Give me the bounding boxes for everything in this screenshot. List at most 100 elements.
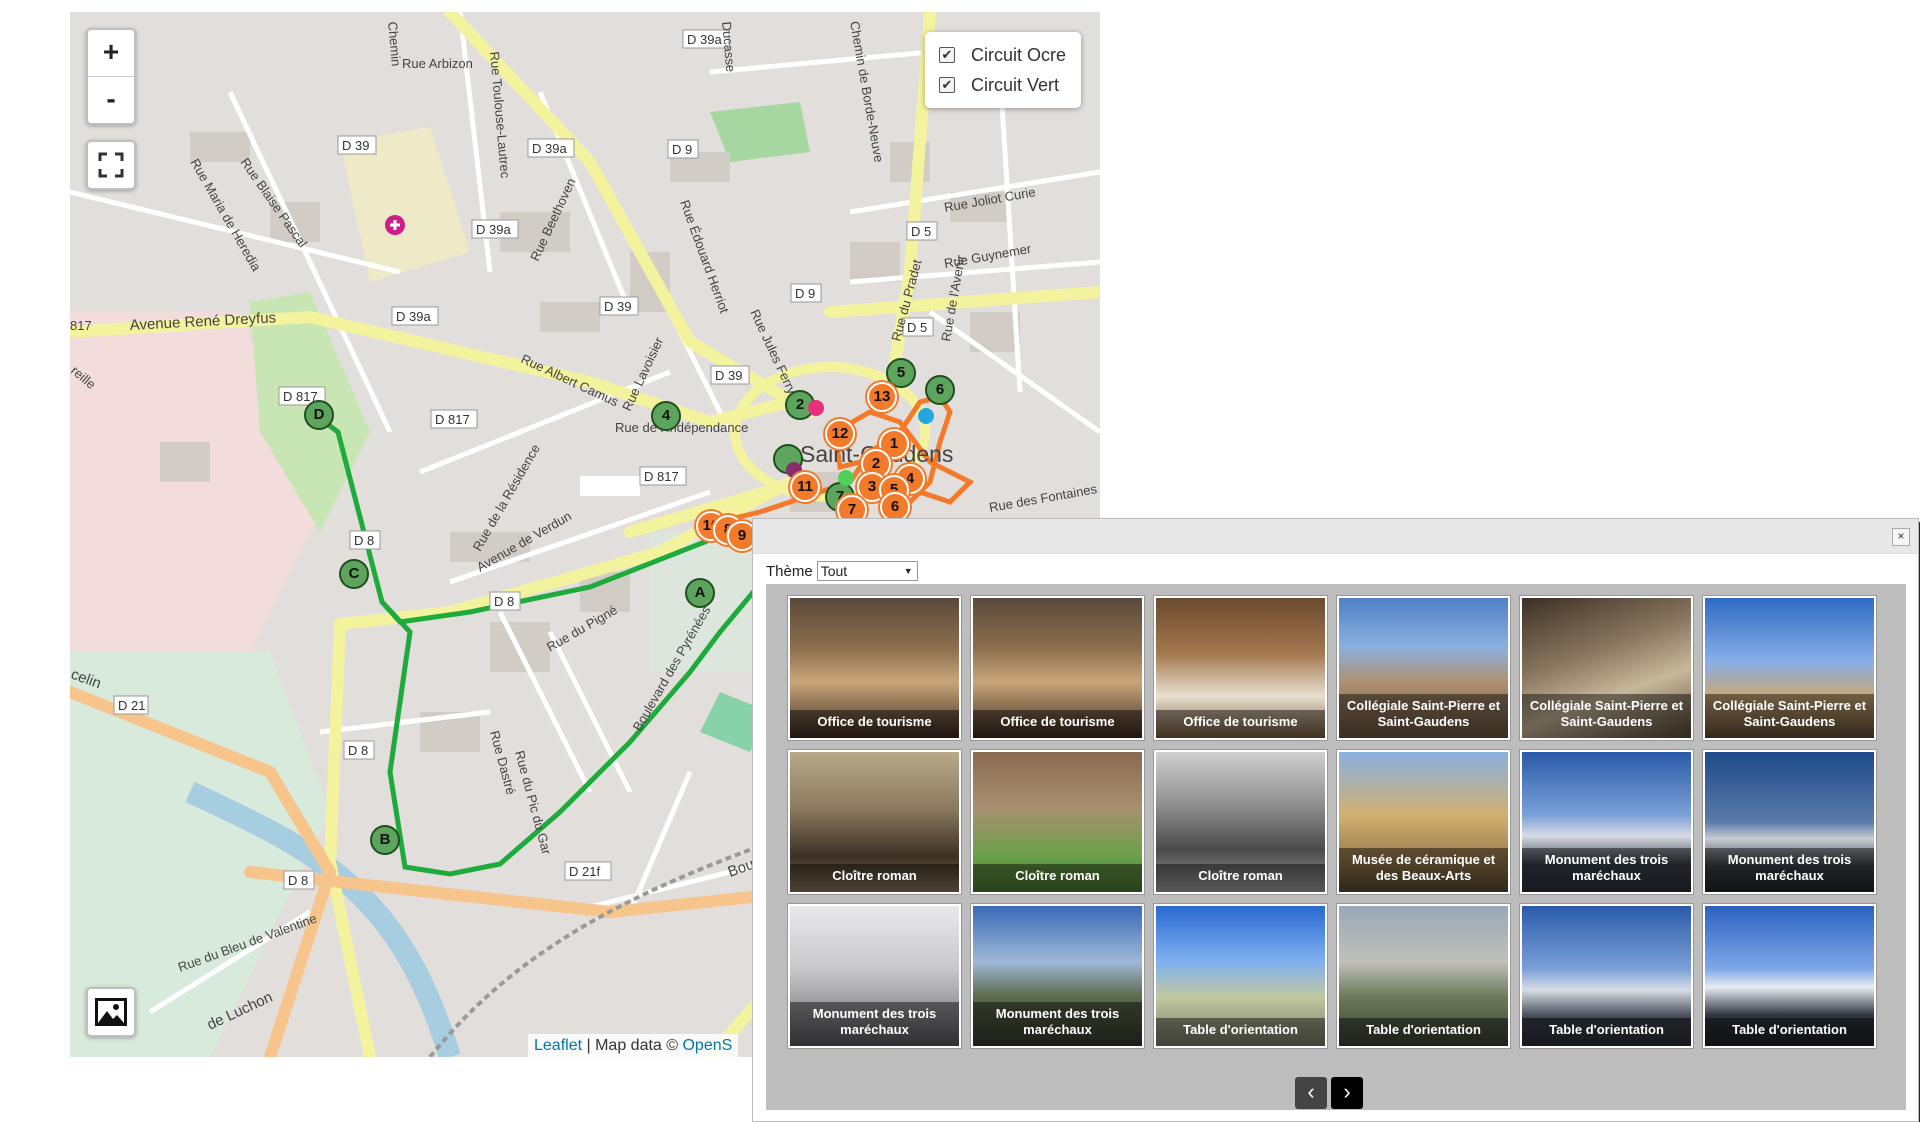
attribution-text: | Map data © <box>582 1037 683 1054</box>
poi-dot-blue[interactable] <box>918 408 934 424</box>
layer-circuit-ocre[interactable]: ✔ Circuit Ocre <box>925 40 1081 70</box>
layer-label-ocre: Circuit Ocre <box>971 44 1067 65</box>
next-page-button[interactable]: › <box>1331 1077 1363 1109</box>
layer-label-vert: Circuit Vert <box>971 74 1060 95</box>
map-attribution: Leaflet | Map data © OpenS <box>528 1034 739 1057</box>
gallery-popup: × Thème Tout ▼ Office de tourisme Office … <box>752 518 1919 1122</box>
road-label: D 5 <box>911 224 931 239</box>
gallery-tile[interactable]: Musée de céramique et des Beaux-Arts <box>1337 750 1510 894</box>
gallery-tile[interactable]: Office de tourisme <box>788 596 961 740</box>
tile-caption: Cloître roman <box>790 864 959 892</box>
road-label: D 8 <box>288 873 308 888</box>
tile-caption: Collégiale Saint-Pierre et Saint-Gaudens <box>1522 694 1691 738</box>
layer-control: ✔ Circuit Ocre ✔ Circuit Vert <box>925 32 1081 108</box>
road-label: D 9 <box>795 286 815 301</box>
gallery-tile[interactable]: Cloître roman <box>1154 750 1327 894</box>
tile-caption: Table d'orientation <box>1522 1018 1691 1046</box>
layer-checkbox-ocre[interactable]: ✔ <box>939 47 955 63</box>
theme-select[interactable]: Tout ▼ <box>816 561 918 581</box>
green-marker-4[interactable]: 4 <box>651 401 681 431</box>
gallery-tile[interactable]: Table d'orientation <box>1154 904 1327 1048</box>
leaflet-link[interactable]: Leaflet <box>534 1037 582 1054</box>
tile-caption: Office de tourisme <box>1156 710 1325 738</box>
tile-caption: Monument des trois maréchaux <box>1705 848 1874 892</box>
road-label: D 8 <box>354 533 374 548</box>
theme-select-value: Tout <box>820 563 848 579</box>
tile-caption: Table d'orientation <box>1339 1018 1508 1046</box>
theme-filter: Thème Tout ▼ <box>766 561 918 581</box>
osm-link[interactable]: OpenS <box>682 1037 732 1054</box>
orange-marker-11[interactable]: 11 <box>790 472 820 502</box>
green-marker-c[interactable]: C <box>339 559 369 589</box>
green-marker-6[interactable]: 6 <box>925 375 955 405</box>
theme-label: Thème <box>766 562 813 580</box>
dropdown-arrow-icon: ▼ <box>903 566 913 576</box>
road-label: D 39a <box>687 32 722 47</box>
road-label: D 8 <box>494 594 514 609</box>
fullscreen-icon <box>98 152 124 178</box>
road-label: D 5 <box>907 320 927 335</box>
road-label: D 39 <box>715 368 742 383</box>
prev-page-button[interactable]: ‹ <box>1295 1077 1327 1109</box>
close-button[interactable]: × <box>1892 528 1910 546</box>
image-icon <box>95 998 127 1026</box>
popup-titlebar[interactable]: × <box>753 519 1918 554</box>
gallery-tile[interactable]: Collégiale Saint-Pierre et Saint-Gaudens <box>1703 596 1876 740</box>
layer-circuit-vert[interactable]: ✔ Circuit Vert <box>925 70 1081 100</box>
gallery-tile[interactable]: Table d'orientation <box>1520 904 1693 1048</box>
road-label: D 817 <box>644 469 679 484</box>
tile-caption: Monument des trois maréchaux <box>790 1002 959 1046</box>
tile-caption: Office de tourisme <box>973 710 1142 738</box>
gallery-toggle-button[interactable] <box>86 987 136 1037</box>
road-label: D 39a <box>476 222 511 237</box>
road-label: D 9 <box>672 142 692 157</box>
photo-grid: Office de tourisme Office de tourisme Offi… <box>766 584 1906 1110</box>
zoom-control: + - <box>86 28 136 125</box>
road-label: D 39a <box>396 309 431 324</box>
gallery-tile[interactable]: Table d'orientation <box>1703 904 1876 1048</box>
road-label: D 817 <box>435 412 470 427</box>
zoom-out-button[interactable]: - <box>88 76 134 123</box>
tile-caption: Collégiale Saint-Pierre et Saint-Gaudens <box>1339 694 1508 738</box>
gallery-tile[interactable]: Monument des trois maréchaux <box>1703 750 1876 894</box>
poi-dot-green[interactable] <box>838 470 854 486</box>
zoom-in-button[interactable]: + <box>88 30 134 76</box>
tile-caption: Cloître roman <box>1156 864 1325 892</box>
fullscreen-button[interactable] <box>86 140 136 190</box>
gallery-tile[interactable]: Collégiale Saint-Pierre et Saint-Gaudens <box>1520 596 1693 740</box>
green-marker-5[interactable]: 5 <box>886 358 916 388</box>
street-label: Rue de l'Indépendance <box>615 420 748 435</box>
gallery-tile[interactable]: Office de tourisme <box>1154 596 1327 740</box>
gallery-tile[interactable]: Monument des trois maréchaux <box>788 904 961 1048</box>
poi-dot-pink[interactable] <box>808 400 824 416</box>
gallery-tile[interactable]: Monument des trois maréchaux <box>1520 750 1693 894</box>
street-label: Rue Arbizon <box>402 56 473 71</box>
tile-caption: Table d'orientation <box>1156 1018 1325 1046</box>
gallery-tile[interactable]: Cloître roman <box>788 750 961 894</box>
orange-marker-13[interactable]: 13 <box>867 382 897 412</box>
gallery-tile[interactable]: Monument des trois maréchaux <box>971 904 1144 1048</box>
tile-caption: Musée de céramique et des Beaux-Arts <box>1339 848 1508 892</box>
green-marker-a[interactable]: A <box>685 578 715 608</box>
road-label: D 39 <box>604 299 631 314</box>
orange-marker-12[interactable]: 12 <box>825 419 855 449</box>
tile-caption: Collégiale Saint-Pierre et Saint-Gaudens <box>1705 694 1874 738</box>
road-label: D 8 <box>348 743 368 758</box>
green-marker-d[interactable]: D <box>304 400 334 430</box>
road-label: D 21f <box>569 864 600 879</box>
tile-caption: Office de tourisme <box>790 710 959 738</box>
gallery-tile[interactable]: Cloître roman <box>971 750 1144 894</box>
tile-caption: Table d'orientation <box>1705 1018 1874 1046</box>
street-label: 817 <box>70 318 92 333</box>
gallery-tile[interactable]: Table d'orientation <box>1337 904 1510 1048</box>
tile-caption: Monument des trois maréchaux <box>1522 848 1691 892</box>
road-label: D 39a <box>532 141 567 156</box>
gallery-tile[interactable]: Office de tourisme <box>971 596 1144 740</box>
green-marker-b[interactable]: B <box>370 825 400 855</box>
gallery-tile[interactable]: Collégiale Saint-Pierre et Saint-Gaudens <box>1337 596 1510 740</box>
layer-checkbox-vert[interactable]: ✔ <box>939 77 955 93</box>
road-label: D 21 <box>118 698 145 713</box>
road-label: D 39 <box>342 138 369 153</box>
tile-caption: Monument des trois maréchaux <box>973 1002 1142 1046</box>
tile-caption: Cloître roman <box>973 864 1142 892</box>
